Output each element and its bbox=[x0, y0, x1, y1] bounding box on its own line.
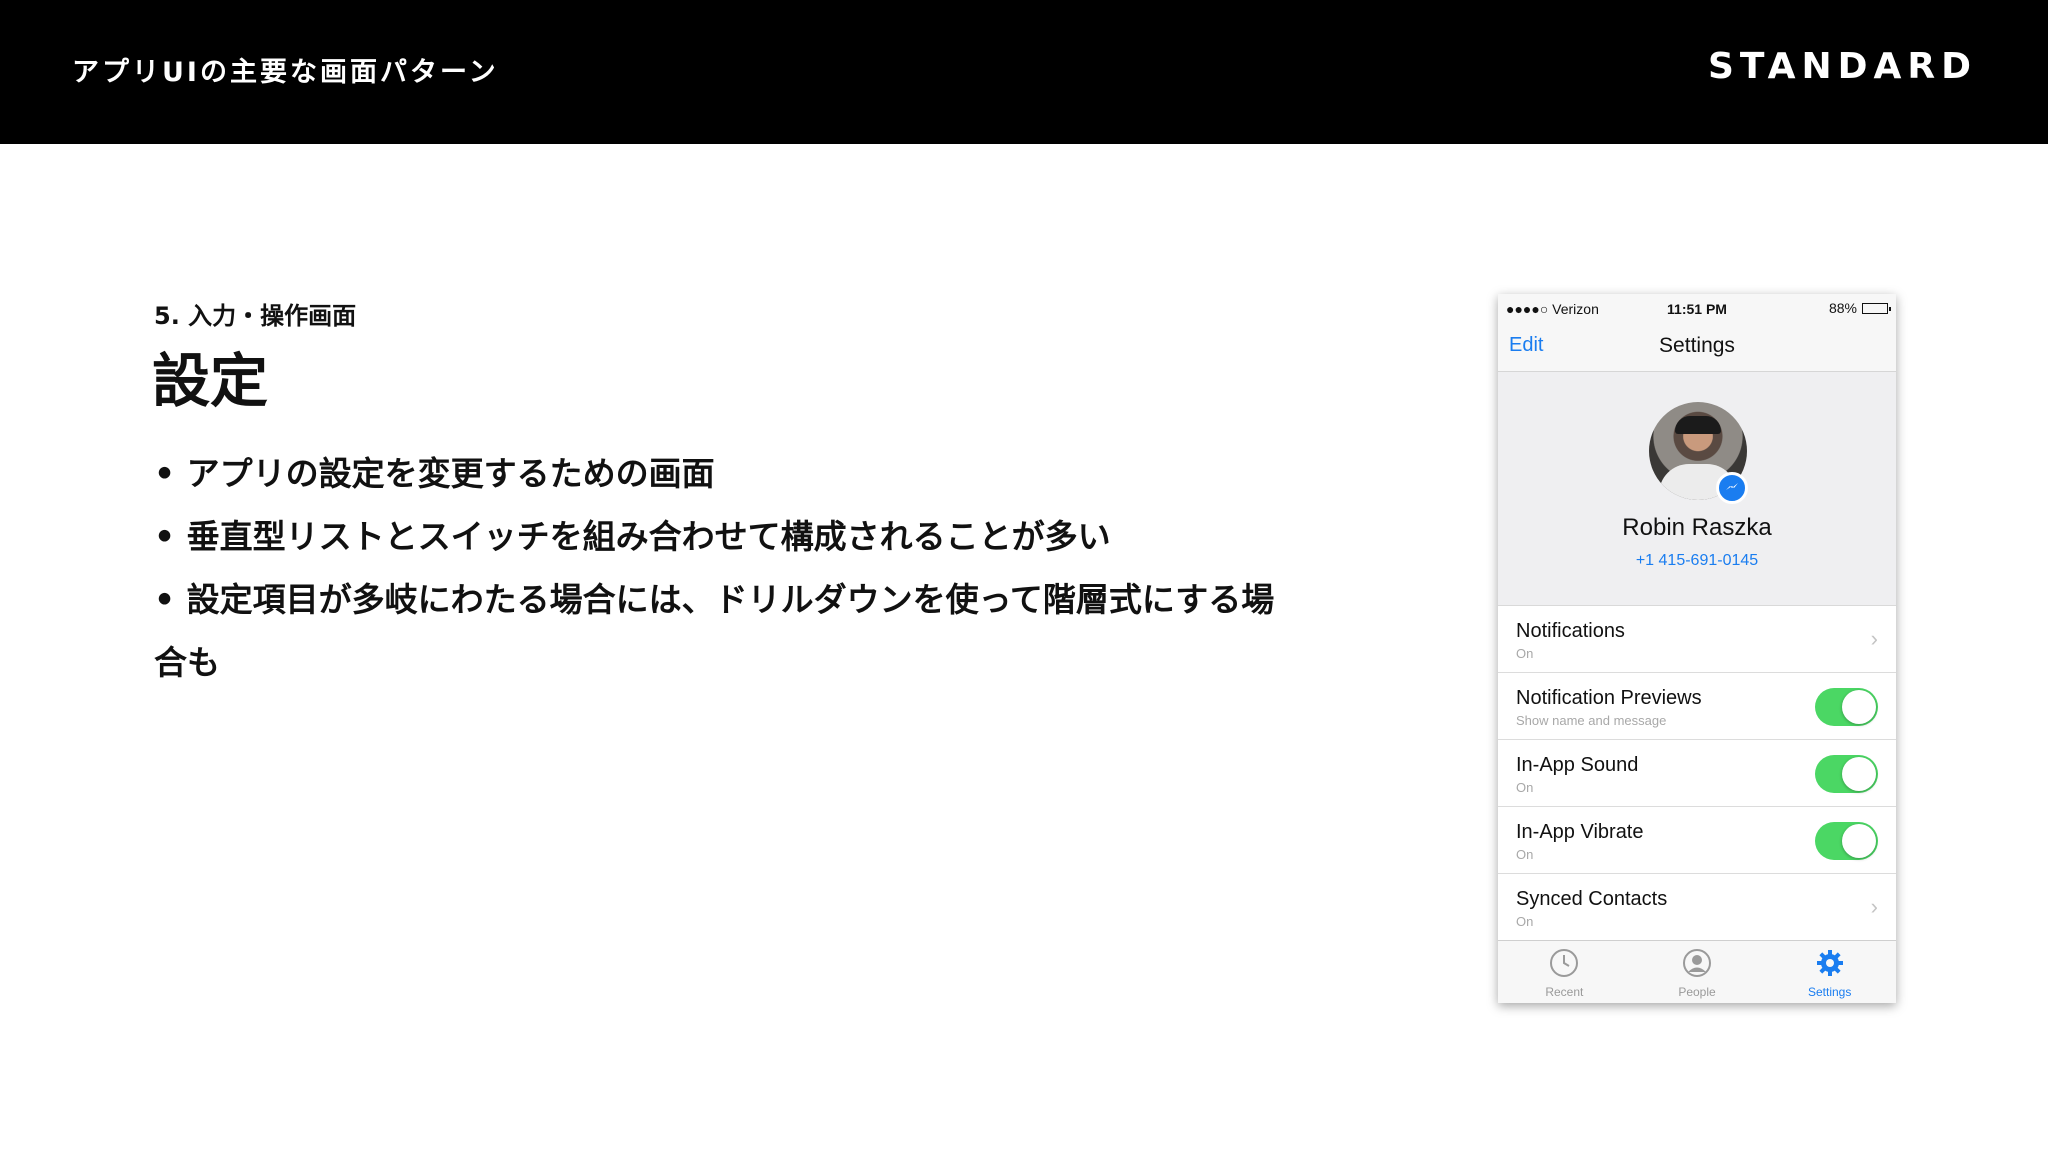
tab-bar: Recent People Settings bbox=[1498, 940, 1896, 1003]
status-right: 88% bbox=[1828, 300, 1891, 316]
bullet-item: • アプリの設定を変更するための画面 bbox=[154, 454, 715, 493]
profile-name: Robin Raszka bbox=[1622, 514, 1772, 541]
row-subtitle: On bbox=[1516, 914, 1534, 929]
tab-recent[interactable]: Recent bbox=[1498, 941, 1631, 1003]
toggle-knob bbox=[1842, 757, 1876, 791]
section-label: 5. 入力・操作画面 bbox=[154, 302, 357, 330]
messenger-icon bbox=[1716, 472, 1748, 504]
row-subtitle: On bbox=[1516, 847, 1534, 862]
row-title: Notifications bbox=[1516, 620, 1625, 642]
bullet-list: • アプリの設定を変更するための画面 • 垂直型リストとスイッチを組み合わせて構… bbox=[154, 442, 1294, 694]
profile-header: Robin Raszka +1 415-691-0145 bbox=[1498, 372, 1896, 606]
chevron-right-icon: › bbox=[1870, 626, 1878, 651]
row-subtitle: On bbox=[1516, 646, 1534, 661]
settings-list: Notifications On › Notification Previews… bbox=[1498, 606, 1896, 941]
phone-screenshot: ●●●●○ Verizon 11:51 PM 88% Edit Settings… bbox=[1498, 294, 1896, 1003]
row-title: Synced Contacts bbox=[1516, 888, 1668, 910]
notification-previews-toggle[interactable] bbox=[1815, 688, 1878, 726]
settings-row-notifications[interactable]: Notifications On › bbox=[1498, 606, 1896, 673]
tab-label: Settings bbox=[1808, 985, 1852, 999]
toggle-knob bbox=[1842, 824, 1876, 858]
chevron-right-icon: › bbox=[1870, 894, 1878, 919]
bullet-item: • 垂直型リストとスイッチを組み合わせて構成されることが多い bbox=[154, 517, 1111, 556]
settings-row-notification-previews: Notification Previews Show name and mess… bbox=[1498, 673, 1896, 740]
gear-icon bbox=[1816, 950, 1843, 976]
battery-percent: 88% bbox=[1828, 300, 1857, 316]
battery-icon bbox=[1862, 302, 1891, 314]
top-header-bar: アプリUIの主要な画面パターン STANDARD bbox=[0, 0, 2048, 144]
settings-row-synced-contacts[interactable]: Synced Contacts On › bbox=[1498, 874, 1896, 941]
brand-logo: STANDARD bbox=[1707, 46, 1977, 87]
clock-icon bbox=[1550, 949, 1579, 977]
navigation-bar: Edit Settings bbox=[1498, 322, 1896, 372]
settings-row-in-app-sound: In-App Sound On bbox=[1498, 740, 1896, 807]
tab-settings[interactable]: Settings bbox=[1763, 941, 1896, 1003]
bullet-item: • 設定項目が多岐にわたる場合には、ドリルダウンを使って階層式にする場合も bbox=[154, 580, 1275, 682]
row-title: Notification Previews bbox=[1516, 687, 1702, 709]
settings-row-in-app-vibrate: In-App Vibrate On bbox=[1498, 807, 1896, 874]
toggle-knob bbox=[1842, 690, 1876, 724]
in-app-sound-toggle[interactable] bbox=[1815, 755, 1878, 793]
slide-heading: 設定 bbox=[152, 347, 269, 415]
row-title: In-App Vibrate bbox=[1516, 821, 1644, 843]
row-subtitle: Show name and message bbox=[1516, 713, 1667, 728]
status-bar: ●●●●○ Verizon 11:51 PM 88% bbox=[1498, 294, 1896, 322]
tab-label: Recent bbox=[1545, 985, 1584, 999]
nav-title: Settings bbox=[1659, 334, 1735, 357]
messenger-bolt-icon bbox=[1726, 483, 1738, 490]
tab-people[interactable]: People bbox=[1631, 941, 1764, 1003]
avatar-cap bbox=[1675, 416, 1721, 434]
profile-phone-number[interactable]: +1 415-691-0145 bbox=[1498, 552, 1896, 570]
in-app-vibrate-toggle[interactable] bbox=[1815, 822, 1878, 860]
tab-label: People bbox=[1678, 985, 1716, 999]
deck-title: アプリUIの主要な画面パターン bbox=[72, 57, 499, 88]
row-subtitle: On bbox=[1516, 780, 1534, 795]
row-title: In-App Sound bbox=[1516, 754, 1639, 776]
person-icon bbox=[1683, 949, 1711, 977]
